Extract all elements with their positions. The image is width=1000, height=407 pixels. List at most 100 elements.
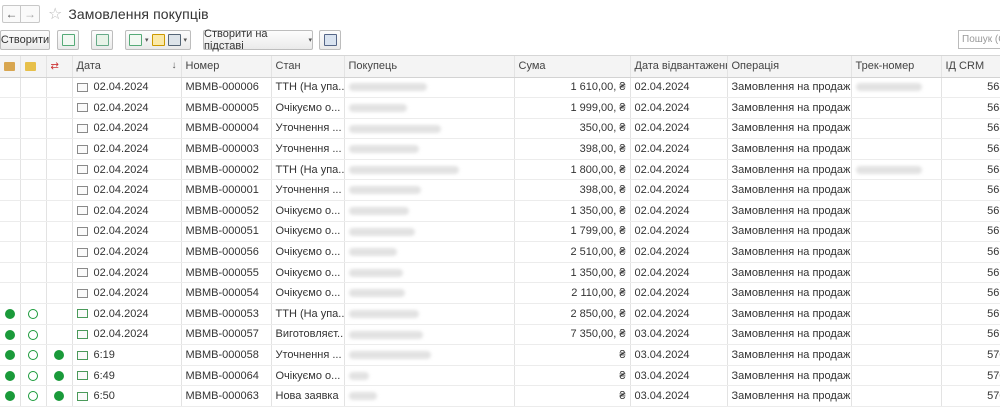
table-row[interactable]: 02.04.2024 МВМВ-000001 Уточнення ... 398,00… [0, 179, 1000, 202]
column-header-crm[interactable]: ІД CRM [941, 56, 1000, 78]
create-on-basis-label: Створити на підставі [204, 28, 268, 52]
posted-document-icon [76, 330, 88, 340]
status-cell-3 [46, 221, 73, 243]
document-icon [76, 165, 88, 175]
operation-cell: Замовлення на продаж [727, 221, 852, 243]
table-row[interactable]: 6:19 МВМВ-000058 Уточнення ... ₴ 03.04.2024 З… [0, 344, 1000, 366]
status-filled-dot-icon [4, 308, 15, 319]
table-row[interactable]: 02.04.2024 МВМВ-000053 ТТН (На упа... 2 850… [0, 303, 1000, 325]
status-filled-dot-icon [54, 350, 64, 361]
column-header-buyer[interactable]: Покупець [344, 56, 515, 78]
print-icon[interactable] [167, 34, 181, 46]
table-row[interactable]: 02.04.2024 МВМВ-000056 Очікуємо о... 2 510,… [0, 241, 1000, 263]
column-header-status-3[interactable]: ⇄ [46, 56, 73, 78]
sum-cell: 1 800,00, ₴ [514, 159, 631, 181]
column-header-date[interactable]: Дата ↓ [72, 56, 182, 78]
document-icon [76, 185, 88, 195]
operation-cell: Замовлення на продаж [727, 365, 852, 387]
state-cell: Очікуємо о... [271, 97, 345, 119]
column-header-ship-date[interactable]: Дата відвантаження [630, 56, 728, 78]
date-cell: 02.04.2024 [72, 200, 182, 222]
report-icon [323, 34, 337, 46]
redacted-text [348, 289, 405, 298]
status-cell-1 [0, 77, 21, 99]
copy-document-icon [61, 34, 75, 46]
state-cell: Виготовляєт... [271, 324, 345, 346]
status-cell-1 [0, 282, 21, 305]
state-cell: Очікуємо о... [271, 282, 345, 305]
copy-document-button[interactable] [57, 30, 79, 50]
redacted-text [348, 165, 459, 174]
status-cell-2 [20, 282, 47, 305]
buyer-cell-redacted [344, 97, 515, 119]
status-filled-dot-icon [54, 391, 64, 402]
create-button[interactable]: Створити [0, 30, 50, 50]
operation-cell: Замовлення на продаж [727, 282, 852, 305]
chevron-down-icon[interactable]: ▾ [145, 36, 149, 44]
table-row[interactable]: 6:49 МВМВ-000064 Очікуємо о... ₴ 03.04.2024 З… [0, 365, 1000, 387]
sum-cell: 2 850,00, ₴ [514, 303, 631, 325]
track-cell [851, 159, 942, 181]
mail-icon[interactable] [151, 34, 165, 46]
posted-document-icon [76, 391, 88, 401]
table-row[interactable]: 02.04.2024 МВМВ-000054 Очікуємо о... 2 110,… [0, 282, 1000, 305]
table-row[interactable]: 02.04.2024 МВМВ-000005 Очікуємо о... 1 999,… [0, 97, 1000, 119]
status-cell-3 [46, 159, 73, 181]
page-title: Замовлення покупців [68, 6, 209, 22]
sum-cell: 1 350,00, ₴ [514, 262, 631, 284]
table-row[interactable]: 02.04.2024 МВМВ-000004 Уточнення ... 350,00… [0, 118, 1000, 140]
operation-cell: Замовлення на продаж [727, 344, 852, 366]
column-header-status-2[interactable] [20, 56, 47, 78]
table-row[interactable]: 02.04.2024 МВМВ-000006 ТТН (На упа... 1 610… [0, 77, 1000, 99]
favorite-star-icon[interactable]: ☆ [48, 4, 62, 24]
operation-cell: Замовлення на продаж [727, 200, 852, 222]
table-row[interactable]: 02.04.2024 МВМВ-000057 Виготовляєт... 7 350… [0, 324, 1000, 346]
posted-document-icon [76, 371, 88, 381]
forward-arrow-icon[interactable]: → [21, 5, 40, 23]
column-header-operation[interactable]: Операція [727, 56, 852, 78]
column-header-sum[interactable]: Сума [514, 56, 631, 78]
redacted-text [348, 248, 397, 257]
sort-down-icon: ↓ [171, 60, 177, 72]
number-cell: МВМВ-000057 [181, 324, 272, 346]
buyer-cell-redacted [344, 262, 515, 284]
sum-cell: 398,00, ₴ [514, 179, 631, 202]
column-header-status-1[interactable] [0, 56, 21, 78]
documents-icon[interactable] [129, 34, 142, 46]
operation-cell: Замовлення на продаж [727, 77, 852, 99]
crm-cell: 570 [941, 344, 1000, 366]
status-cell-1 [0, 200, 21, 222]
redacted-text [348, 371, 369, 380]
chevron-down-icon[interactable]: ▾ [184, 36, 188, 44]
table-row[interactable]: 02.04.2024 МВМВ-000002 ТТН (На упа... 1 800… [0, 159, 1000, 181]
table-row[interactable]: 02.04.2024 МВМВ-000055 Очікуємо о... 1 350,… [0, 262, 1000, 284]
track-cell [851, 282, 942, 305]
redacted-text [348, 124, 441, 133]
table-row[interactable]: 02.04.2024 МВМВ-000003 Уточнення ... 398,00… [0, 138, 1000, 160]
create-on-basis-button[interactable]: Створити на підставі ▾ [203, 28, 314, 52]
status-cell-3 [46, 385, 73, 407]
table-row[interactable]: 02.04.2024 МВМВ-000051 Очікуємо о... 1 799,… [0, 221, 1000, 243]
document-icon [76, 227, 88, 237]
status-ring-dot-icon [28, 308, 38, 319]
box-icon [4, 61, 15, 71]
back-arrow-icon[interactable]: ← [2, 5, 21, 23]
add-document-button[interactable] [91, 30, 113, 50]
redacted-text [855, 165, 922, 174]
status-cell-3 [46, 138, 73, 160]
operation-cell: Замовлення на продаж [727, 179, 852, 202]
column-header-state[interactable]: Стан [271, 56, 345, 78]
report-button[interactable] [319, 30, 342, 50]
chevron-down-icon: ▾ [308, 37, 313, 44]
column-header-number[interactable]: Номер [181, 56, 272, 78]
date-cell: 02.04.2024 [72, 118, 182, 140]
table-row[interactable]: 6:50 МВМВ-000063 Нова заявка ₴ 03.04.2024 Зам… [0, 385, 1000, 407]
status-cell-1 [0, 344, 21, 366]
ship-date-cell: 02.04.2024 [630, 138, 728, 160]
crm-cell: 568 [941, 159, 1000, 181]
column-header-track[interactable]: Трек-номер [851, 56, 942, 78]
table-row[interactable]: 02.04.2024 МВМВ-000052 Очікуємо о... 1 350,… [0, 200, 1000, 222]
search-input[interactable]: Пошук (Ct [958, 30, 1000, 49]
number-cell: МВМВ-000056 [181, 241, 272, 263]
ship-date-cell: 02.04.2024 [630, 77, 728, 99]
